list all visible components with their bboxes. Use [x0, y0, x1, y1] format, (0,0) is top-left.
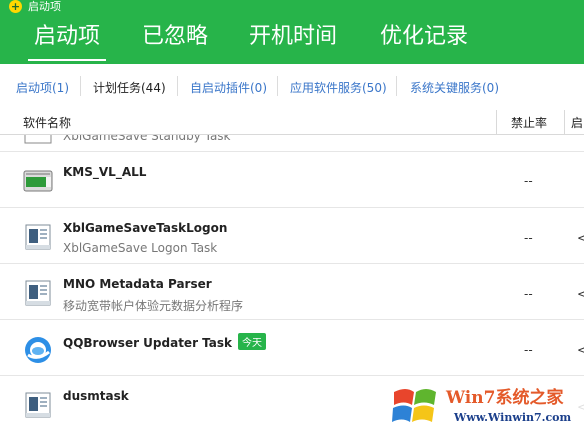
tab-startup[interactable]: 启动项 — [27, 22, 107, 61]
subtab-app-services[interactable]: 应用软件服务(50) — [290, 79, 387, 96]
task-icon — [24, 135, 52, 144]
divider — [396, 76, 397, 96]
table-row[interactable]: KMS_VL_ALL -- — [0, 152, 584, 208]
task-icon — [25, 280, 51, 306]
sub-tabs: 启动项(1) 计划任务(44) 自启动插件(0) 应用软件服务(50) 系统关键… — [0, 64, 584, 111]
divider — [177, 76, 178, 96]
disable-rate: -- — [524, 174, 533, 188]
task-name: dusmtask — [63, 389, 129, 403]
watermark-brand: Win7系统之家 — [446, 388, 564, 408]
task-desc: XblGameSave Standby Task — [63, 135, 231, 143]
startup-status: < — [577, 343, 584, 357]
disable-rate: -- — [524, 231, 533, 245]
tab-boot-time[interactable]: 开机时间 — [249, 22, 337, 52]
table-row[interactable]: XblGameSave Standby Task — [0, 135, 584, 152]
task-icon — [25, 224, 51, 250]
task-name: KMS_VL_ALL — [63, 165, 147, 179]
divider — [80, 76, 81, 96]
column-divider[interactable] — [496, 110, 497, 134]
main-nav: 启动项 已忽略 开机时间 优化记录 — [0, 14, 584, 64]
divider — [277, 76, 278, 96]
kms-icon — [23, 170, 53, 192]
col-startup[interactable]: 启 — [571, 114, 583, 131]
task-desc: XblGameSave Logon Task — [63, 241, 218, 255]
table-row[interactable]: QQBrowser Updater Task 今天 -- < — [0, 320, 584, 376]
tab-optimize-log[interactable]: 优化记录 — [380, 22, 468, 52]
subtab-system-services[interactable]: 系统关键服务(0) — [410, 79, 499, 96]
window-title: 启动项 — [28, 0, 61, 13]
task-icon — [25, 392, 51, 418]
task-name: QQBrowser Updater Task 今天 — [63, 333, 267, 350]
col-disable-rate[interactable]: 禁止率 — [511, 114, 547, 131]
table-header: 软件名称 禁止率 启 — [0, 110, 584, 135]
task-name: XblGameSaveTaskLogon — [63, 221, 228, 235]
task-name: MNO Metadata Parser — [63, 277, 212, 291]
table-row[interactable]: MNO Metadata Parser 移动宽带帐户体验元数据分析程序 -- < — [0, 264, 584, 320]
startup-status: < — [577, 231, 584, 245]
tab-ignored[interactable]: 已忽略 — [142, 22, 208, 52]
watermark-url: Www.Winwin7.com — [454, 411, 572, 424]
qqbrowser-icon — [25, 337, 51, 363]
subtab-scheduled-tasks[interactable]: 计划任务(44) — [93, 79, 166, 96]
today-badge: 今天 — [238, 333, 267, 350]
col-software-name[interactable]: 软件名称 — [23, 114, 71, 131]
table-row[interactable]: XblGameSaveTaskLogon XblGameSave Logon T… — [0, 208, 584, 264]
column-divider[interactable] — [564, 110, 565, 134]
subtab-plugins[interactable]: 自启动插件(0) — [190, 79, 267, 96]
disable-rate: -- — [524, 287, 533, 301]
plus-icon: + — [9, 0, 22, 13]
task-desc: 移动宽带帐户体验元数据分析程序 — [63, 299, 244, 313]
subtab-startup[interactable]: 启动项(1) — [16, 79, 69, 96]
title-bar: + 启动项 — [0, 0, 584, 14]
disable-rate: -- — [524, 343, 533, 357]
startup-status: < — [577, 287, 584, 301]
